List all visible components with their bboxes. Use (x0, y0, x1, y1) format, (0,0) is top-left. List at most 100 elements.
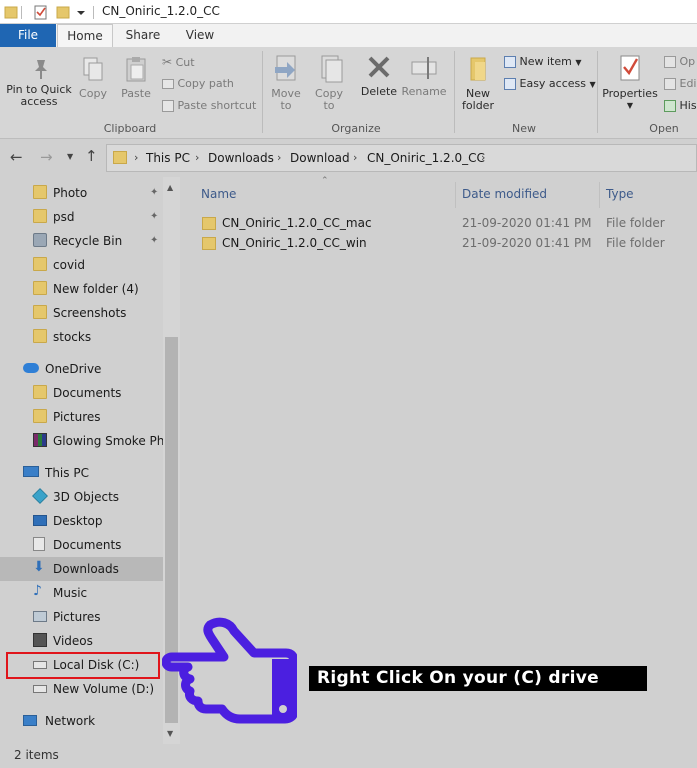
cube-icon (32, 488, 48, 504)
easy-access-icon (504, 78, 516, 90)
scissors-icon: ✂ (162, 55, 173, 69)
nav-item-onedrive-documents[interactable]: Documents (0, 381, 163, 405)
nav-item-onedrive-pictures[interactable]: Pictures (0, 405, 163, 429)
copy-path-button[interactable]: Copy path (162, 77, 234, 90)
nav-item-pictures[interactable]: Pictures (0, 605, 163, 629)
new-folder-quick-icon[interactable] (56, 3, 70, 21)
scroll-down-icon[interactable]: ▼ (167, 729, 173, 738)
properties-check-icon[interactable] (33, 3, 49, 21)
nav-item-downloads[interactable]: ⬇ Downloads (0, 557, 163, 581)
properties-button[interactable]: Properties ▼ (602, 53, 658, 112)
nav-item-screenshots[interactable]: Screenshots (0, 301, 163, 325)
nav-item-recycle-bin[interactable]: Recycle Bin ✦ (0, 229, 163, 253)
column-separator[interactable] (455, 182, 456, 208)
column-separator[interactable] (599, 182, 600, 208)
nav-item-music[interactable]: ♪ Music (0, 581, 163, 605)
nav-item-new-folder-4[interactable]: New folder (4) (0, 277, 163, 301)
delete-button[interactable]: Delete (360, 53, 398, 98)
instruction-callout: Right Click On your (C) drive (309, 666, 647, 691)
open-button[interactable]: Op (664, 55, 695, 68)
breadcrumb-download[interactable]: Download (290, 151, 350, 165)
nav-item-this-pc[interactable]: This PC (0, 461, 163, 485)
nav-item-label: Screenshots (53, 306, 127, 320)
rename-label: Rename (401, 85, 447, 98)
table-row[interactable]: CN_Oniric_1.2.0_CC_win 21-09-2020 01:41 … (198, 234, 668, 254)
pin-icon (35, 60, 47, 79)
file-name: CN_Oniric_1.2.0_CC_win (222, 236, 367, 250)
paste-button[interactable]: Paste (118, 55, 154, 100)
nav-item-new-volume-d[interactable]: New Volume (D:) (0, 677, 163, 701)
move-to-button[interactable]: Move to (268, 53, 306, 112)
easy-access-button[interactable]: Easy access ▼ (504, 77, 596, 90)
forward-arrow-icon[interactable]: → (40, 148, 53, 166)
cut-button[interactable]: ✂ Cut (162, 55, 195, 69)
ribbon-tabs: File Home Share View (0, 24, 697, 47)
folder-icon (202, 217, 216, 230)
chevron-down-icon: ▼ (626, 101, 634, 110)
nav-item-label: 3D Objects (53, 490, 120, 504)
folder-icon (33, 305, 47, 319)
scroll-up-icon[interactable]: ▲ (167, 183, 173, 192)
folder-icon (4, 3, 18, 21)
column-header-type[interactable]: Type (606, 187, 634, 201)
nav-item-desktop[interactable]: Desktop (0, 509, 163, 533)
customize-toolbar-icon[interactable] (76, 3, 86, 21)
rename-icon (411, 57, 437, 79)
address-bar[interactable]: › This PC › Downloads › Download › CN_On… (106, 144, 697, 172)
nav-item-documents[interactable]: Documents (0, 533, 163, 557)
breadcrumb-chevron-icon: › (481, 151, 486, 164)
nav-item-label: This PC (45, 466, 89, 480)
nav-item-onedrive[interactable]: OneDrive (0, 357, 163, 381)
nav-item-glowing-smoke[interactable]: Glowing Smoke Phot (0, 429, 165, 453)
copy-button[interactable]: Copy (78, 55, 108, 100)
nav-item-photo[interactable]: Photo ✦ (0, 181, 163, 205)
recycle-bin-icon (33, 233, 47, 247)
pointing-hand-icon (162, 617, 297, 724)
tab-share[interactable]: Share (117, 24, 169, 47)
ribbon-separator (597, 51, 598, 133)
new-folder-button[interactable]: New folder (458, 53, 500, 112)
delete-x-icon (368, 56, 390, 78)
new-item-label: New item (519, 55, 572, 68)
nav-item-videos[interactable]: Videos (0, 629, 163, 653)
breadcrumb-this-pc[interactable]: This PC (146, 151, 190, 165)
properties-label: Properties (602, 87, 658, 100)
copy-to-button[interactable]: Copy to (312, 53, 348, 112)
cut-label: Cut (175, 56, 195, 69)
ribbon: Pin to Quick access Copy Paste ✂ Cut Cop… (0, 47, 697, 139)
open-icon (664, 56, 676, 68)
tab-home[interactable]: Home (57, 24, 113, 47)
column-header-name[interactable]: Name (201, 187, 236, 201)
back-arrow-icon[interactable]: ← (10, 148, 23, 166)
nav-item-psd[interactable]: psd ✦ (0, 205, 163, 229)
history-button[interactable]: His (664, 99, 697, 112)
rename-button[interactable]: Rename (401, 53, 447, 98)
recent-locations-chevron-icon[interactable]: ▼ (67, 152, 73, 161)
chevron-down-icon: ▼ (589, 80, 596, 89)
nav-item-3d-objects[interactable]: 3D Objects (0, 485, 163, 509)
column-header-date[interactable]: Date modified (462, 187, 547, 201)
network-icon (23, 715, 37, 726)
nav-item-label: Pictures (53, 610, 101, 624)
nav-item-label: Glowing Smoke Phot (53, 434, 165, 448)
up-arrow-icon[interactable]: ↑ (85, 147, 98, 165)
archive-icon (33, 433, 47, 447)
pin-to-quick-access-button[interactable]: Pin to Quick access (4, 57, 76, 108)
table-row[interactable]: CN_Oniric_1.2.0_CC_mac 21-09-2020 01:41 … (198, 214, 668, 234)
nav-item-covid[interactable]: covid (0, 253, 163, 277)
breadcrumb-current-folder[interactable]: CN_Oniric_1.2.0_CC (367, 151, 485, 165)
nav-item-label: Desktop (53, 514, 103, 528)
nav-item-network[interactable]: Network (0, 709, 163, 733)
edit-button[interactable]: Edi (664, 77, 697, 90)
new-item-button[interactable]: New item ▼ (504, 55, 582, 68)
paste-shortcut-button[interactable]: Paste shortcut (162, 99, 256, 112)
tab-file[interactable]: File (0, 24, 56, 47)
tab-view[interactable]: View (175, 24, 225, 47)
nav-item-label: Music (53, 586, 88, 600)
nav-item-stocks[interactable]: stocks (0, 325, 163, 349)
quick-access-separator (20, 3, 24, 21)
nav-item-label: Network (45, 714, 96, 728)
file-date: 21-09-2020 01:41 PM (462, 236, 592, 250)
breadcrumb-downloads[interactable]: Downloads (208, 151, 274, 165)
edit-label: Edi (679, 77, 697, 90)
